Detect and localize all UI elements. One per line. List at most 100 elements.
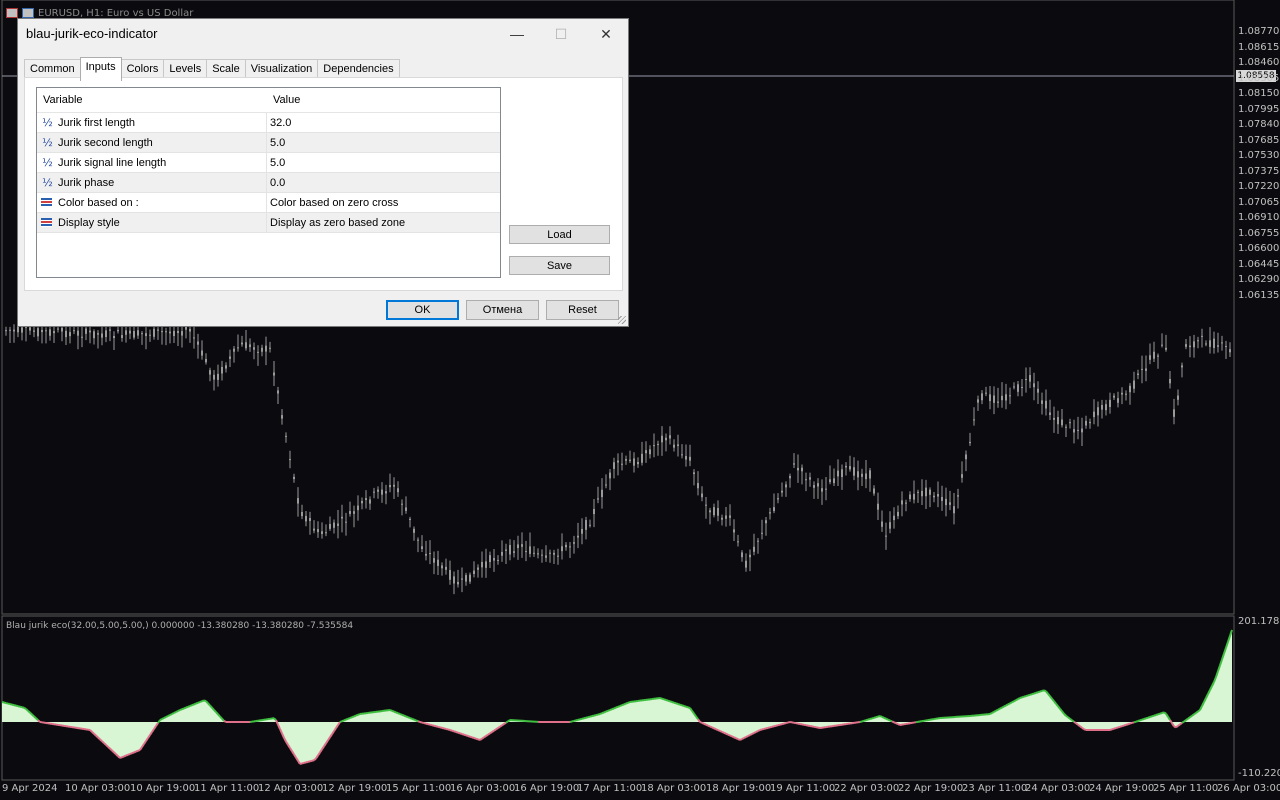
- indicator-line: [617, 705, 621, 708]
- indicator-line: [885, 717, 889, 721]
- candle-body: [165, 331, 167, 333]
- table-row[interactable]: Display style Display as zero based zone: [37, 213, 500, 233]
- price-tick-label: 1.06290: [1238, 274, 1280, 286]
- indicator-line: [883, 716, 887, 720]
- table-row[interactable]: Color based on : Color based on zero cro…: [37, 193, 500, 213]
- indicator-line: [575, 718, 579, 722]
- maximize-button[interactable]: ☐: [539, 21, 583, 47]
- reset-button[interactable]: Reset: [546, 300, 619, 320]
- indicator-tick-label: 201.17862: [1238, 616, 1280, 627]
- load-button[interactable]: Load: [509, 225, 610, 244]
- table-row[interactable]: ½ Jurik signal line length 5.0: [37, 153, 500, 173]
- indicator-line: [1007, 702, 1011, 706]
- column-value[interactable]: Value: [267, 88, 300, 112]
- candle-body: [245, 342, 247, 349]
- indicator-line: [675, 702, 679, 705]
- indicator-line: [187, 705, 191, 708]
- candle-body: [341, 516, 343, 519]
- close-button[interactable]: ✕: [584, 21, 628, 47]
- indicator-line: [593, 714, 597, 717]
- indicator-line: [669, 700, 673, 703]
- indicator-line: [1169, 719, 1173, 724]
- indicator-line: [125, 753, 129, 757]
- candle-body: [737, 541, 739, 543]
- chart-menu-icon[interactable]: [6, 8, 18, 18]
- indicator-line: [179, 708, 183, 711]
- param-value[interactable]: 5.0: [267, 133, 500, 152]
- indicator-line: [347, 717, 351, 720]
- save-button[interactable]: Save: [509, 256, 610, 275]
- indicator-line: [685, 705, 689, 709]
- indicator-line: [351, 715, 355, 719]
- indicator-line: [1073, 720, 1077, 725]
- candle-body: [493, 558, 495, 561]
- cancel-button[interactable]: Отмена: [466, 300, 539, 320]
- candle-body: [389, 485, 391, 488]
- indicator-line: [441, 726, 445, 730]
- candle-body: [169, 331, 171, 334]
- indicator-line: [717, 729, 721, 732]
- candle-body: [1069, 422, 1071, 424]
- tab-inputs[interactable]: Inputs: [79, 57, 122, 81]
- indicator-line: [109, 747, 113, 752]
- indicator-line: [683, 705, 687, 708]
- time-tick-label: 22 Apr 19:00: [898, 783, 964, 794]
- candle-body: [573, 542, 575, 544]
- resize-grip-icon[interactable]: [618, 316, 626, 324]
- indicator-line: [605, 709, 609, 713]
- param-value[interactable]: Display as zero based zone: [267, 213, 500, 232]
- indicator-line: [569, 720, 573, 723]
- indicator-line: [681, 704, 685, 707]
- candle-body: [1113, 395, 1115, 398]
- indicator-line: [105, 744, 109, 748]
- indicator-line: [505, 720, 509, 724]
- param-value[interactable]: 5.0: [267, 153, 500, 172]
- candle-body: [293, 476, 295, 480]
- param-value[interactable]: Color based on zero cross: [267, 193, 500, 212]
- candle-body: [1173, 409, 1175, 417]
- table-row[interactable]: ½ Jurik first length 32.0: [37, 113, 500, 133]
- indicator-line: [115, 753, 119, 757]
- table-row[interactable]: ½ Jurik second length 5.0: [37, 133, 500, 153]
- param-value[interactable]: 0.0: [267, 173, 500, 192]
- indicator-properties-dialog[interactable]: blau-jurik-eco-indicator — ☐ ✕ Common In…: [17, 18, 629, 327]
- indicator-line: [1027, 693, 1031, 697]
- candle-body: [1049, 412, 1051, 415]
- one-click-trading-icon[interactable]: [22, 8, 34, 18]
- candle-body: [597, 498, 599, 500]
- candle-body: [1057, 417, 1059, 425]
- indicator-zone: [2, 630, 1232, 764]
- candle-body: [281, 415, 283, 419]
- indicator-line: [1151, 714, 1155, 718]
- indicator-line: [305, 760, 309, 764]
- time-tick-label: 10 Apr 03:00: [65, 783, 131, 794]
- candle-body: [893, 515, 895, 521]
- indicator-line: [571, 719, 575, 723]
- indicator-line: [731, 735, 735, 739]
- indicator-line: [161, 717, 165, 720]
- column-variable[interactable]: Variable: [37, 88, 267, 112]
- table-row[interactable]: ½ Jurik phase 0.0: [37, 173, 500, 193]
- candle-body: [457, 581, 459, 585]
- indicator-line: [755, 730, 759, 733]
- indicator-line: [389, 709, 393, 712]
- inputs-table: Variable Value ½ Jurik first length 32.0 …: [36, 87, 501, 278]
- ok-button[interactable]: OK: [386, 300, 459, 320]
- param-name: Jurik signal line length: [58, 156, 167, 169]
- indicator-line: [485, 733, 489, 737]
- candle-body: [1149, 355, 1151, 360]
- indicator-line: [131, 751, 135, 755]
- indicator-line: [887, 718, 891, 722]
- candle-body: [357, 505, 359, 511]
- candle-body: [261, 347, 263, 352]
- indicator-line: [665, 699, 669, 702]
- indicator-line: [407, 716, 411, 719]
- indicator-line: [597, 713, 601, 716]
- candle-body: [997, 401, 999, 403]
- indicator-line: [1123, 723, 1127, 727]
- param-value[interactable]: 32.0: [267, 113, 500, 132]
- candle-body: [217, 373, 219, 380]
- indicator-line: [1189, 714, 1193, 719]
- minimize-button[interactable]: —: [495, 21, 539, 47]
- indicator-line: [445, 727, 449, 731]
